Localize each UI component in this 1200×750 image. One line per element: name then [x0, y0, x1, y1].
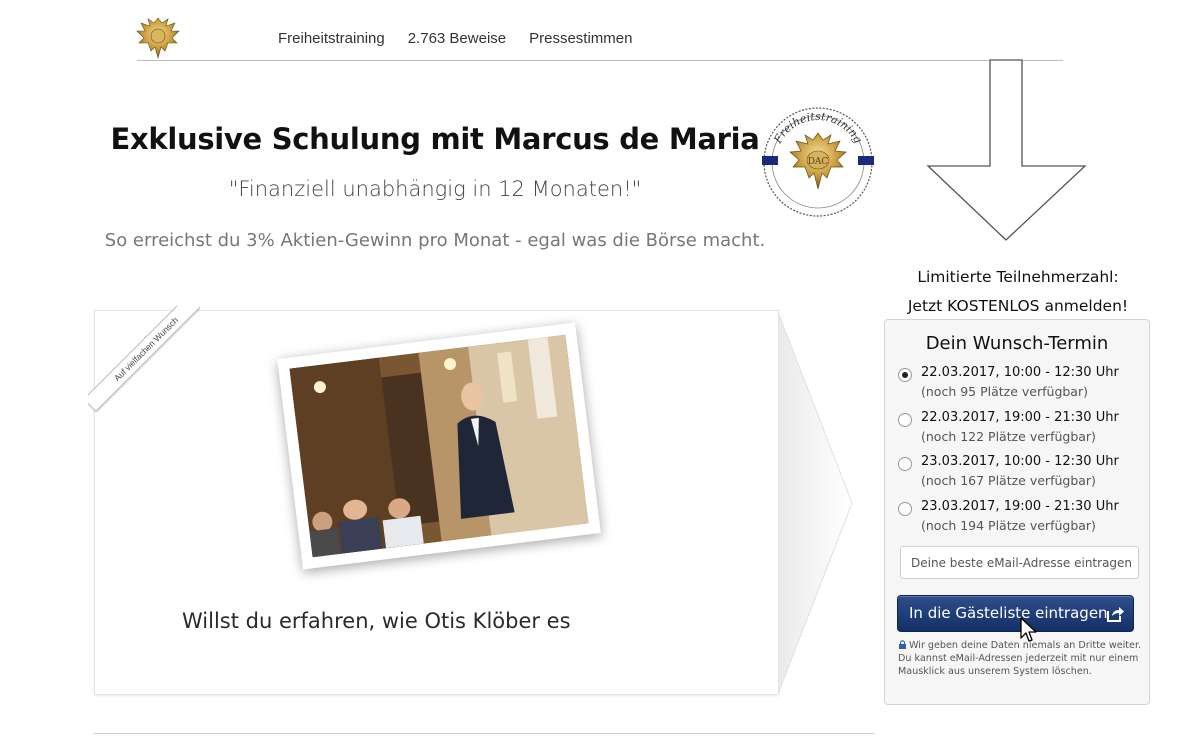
- signup-headline-line1: Limitierte Teilnehmerzahl:: [917, 268, 1119, 286]
- privacy-note: Wir geben deine Daten niemals an Dritte …: [898, 639, 1144, 678]
- bottom-divider: [94, 733, 874, 734]
- radio-button-selected[interactable]: [898, 368, 912, 382]
- mouse-pointer-icon: [1020, 617, 1037, 642]
- share-icon: [1107, 607, 1124, 622]
- radio-button[interactable]: [898, 457, 912, 471]
- hero-subtitle: So erreichst du 3% Aktien-Gewinn pro Mon…: [104, 230, 766, 251]
- option-seats: (noch 167 Plätze verfügbar): [921, 473, 1096, 488]
- nav-beweise[interactable]: 2.763 Beweise: [408, 30, 506, 47]
- option-date: 22.03.2017, 10:00 - 12:30 Uhr: [921, 365, 1119, 380]
- option-date: 23.03.2017, 19:00 - 21:30 Uhr: [921, 499, 1119, 514]
- radio-button[interactable]: [898, 502, 912, 516]
- option-date: 22.03.2017, 19:00 - 21:30 Uhr: [921, 410, 1119, 425]
- option-seats: (noch 122 Plätze verfügbar): [921, 429, 1096, 444]
- eagle-crest-icon[interactable]: [135, 14, 181, 62]
- card-pointer-arrow: [778, 311, 853, 695]
- form-title: Dein Wunsch-Termin: [925, 333, 1109, 354]
- signup-form: Dein Wunsch-Termin 22.03.2017, 10:00 - 1…: [884, 319, 1150, 705]
- ribbon-container: Auf vielfachen Wunsch: [88, 306, 200, 418]
- freiheitstraining-seal-icon: Freiheitstraining DAC: [762, 107, 874, 217]
- option-date: 23.03.2017, 10:00 - 12:30 Uhr: [921, 454, 1119, 469]
- main-nav: Freiheitstraining 2.763 Beweise Pressest…: [278, 30, 632, 47]
- privacy-text: Wir geben deine Daten niemals an Dritte …: [898, 640, 1142, 677]
- option-seats: (noch 95 Plätze verfügbar): [921, 384, 1088, 399]
- signup-headline: Limitierte Teilnehmerzahl: Jetzt KOSTENL…: [886, 263, 1150, 321]
- ribbon-label: Auf vielfachen Wunsch: [88, 306, 200, 412]
- svg-text:DAC: DAC: [808, 157, 829, 167]
- submit-button[interactable]: In die Gästeliste eintragen: [897, 595, 1134, 632]
- signup-headline-line2: Jetzt KOSTENLOS anmelden!: [907, 297, 1129, 315]
- lock-icon: [899, 640, 906, 649]
- photo-scene: [289, 334, 589, 558]
- email-field[interactable]: [900, 546, 1139, 579]
- nav-pressestimmen[interactable]: Pressestimmen: [529, 30, 632, 47]
- nav-divider: [137, 60, 1063, 61]
- page-title: Exklusive Schulung mit Marcus de Maria: [110, 122, 760, 156]
- nav-freiheitstraining[interactable]: Freiheitstraining: [278, 30, 385, 47]
- option-seats: (noch 194 Plätze verfügbar): [921, 518, 1096, 533]
- hero-quote: "Finanziell unabhängig in 12 Monaten!": [228, 177, 642, 201]
- video-caption: Willst du erfahren, wie Otis Klöber es: [182, 609, 571, 633]
- radio-button[interactable]: [898, 413, 912, 427]
- down-arrow-icon: [926, 59, 1087, 241]
- video-thumbnail[interactable]: [277, 322, 601, 570]
- submit-label: In die Gästeliste eintragen: [909, 604, 1108, 622]
- speaker-photo: [289, 334, 589, 558]
